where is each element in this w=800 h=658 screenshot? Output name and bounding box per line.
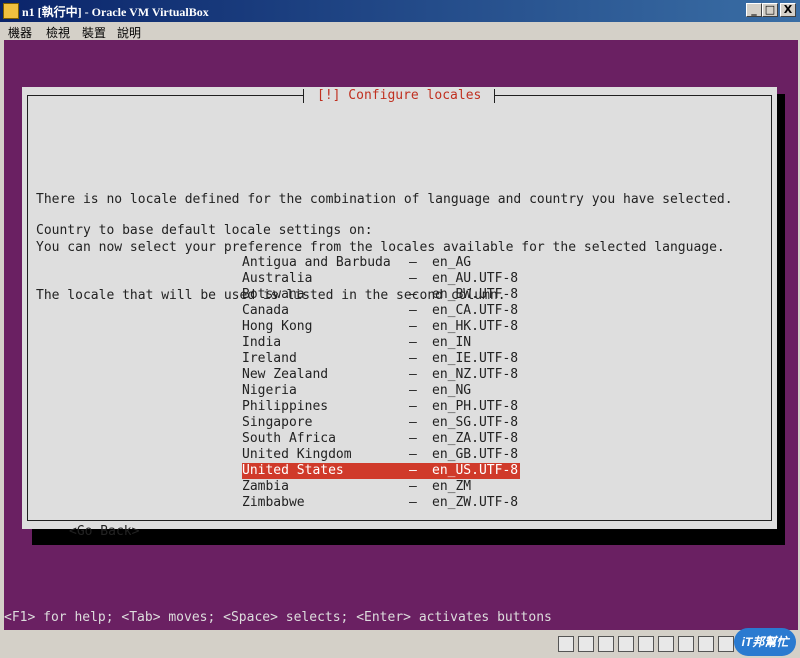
locale-code: en_AU.UTF-8 <box>432 271 519 286</box>
dialog-title: [!] Configure locales <box>303 87 496 105</box>
locale-option-row[interactable]: Zimbabwe – en_ZW.UTF-8 <box>242 495 520 511</box>
hard-disk-icon[interactable] <box>558 636 574 652</box>
country-name: South Africa <box>242 431 336 446</box>
locale-code: en_GB.UTF-8 <box>432 447 519 462</box>
locale-code: en_SG.UTF-8 <box>432 415 519 430</box>
locale-option-row[interactable]: Zambia – en_ZM <box>242 479 520 495</box>
country-name: Zimbabwe <box>242 495 305 510</box>
minimize-button[interactable]: _ <box>746 3 762 17</box>
locale-code: en_NG <box>432 383 472 398</box>
country-name: New Zealand <box>242 367 329 382</box>
locale-option-row[interactable]: United Kingdom – en_GB.UTF-8 <box>242 447 520 463</box>
close-button[interactable]: X <box>780 3 796 17</box>
locale-code: en_HK.UTF-8 <box>432 319 519 334</box>
separator-dash: – <box>409 287 417 302</box>
separator-dash: – <box>409 255 417 270</box>
locale-option-row[interactable]: Nigeria – en_NG <box>242 383 520 399</box>
locale-option-row[interactable]: Botswana – en_BW.UTF-8 <box>242 287 520 303</box>
country-name: Hong Kong <box>242 319 313 334</box>
locale-option-row[interactable]: Canada – en_CA.UTF-8 <box>242 303 520 319</box>
locale-code: en_IE.UTF-8 <box>432 351 519 366</box>
host-key-icon[interactable] <box>718 636 734 652</box>
locale-code: en_ZW.UTF-8 <box>432 495 519 510</box>
country-name: Nigeria <box>242 383 297 398</box>
locale-option-row[interactable]: Australia – en_AU.UTF-8 <box>242 271 520 287</box>
country-name: Botswana <box>242 287 305 302</box>
country-name: Singapore <box>242 415 313 430</box>
separator-dash: – <box>409 399 417 414</box>
menu-bar: 機器 檢視 裝置 說明 <box>0 22 800 40</box>
shared-folder-icon[interactable] <box>638 636 654 652</box>
locale-code: en_IN <box>432 335 472 350</box>
separator-dash: – <box>409 351 417 366</box>
country-name: Canada <box>242 303 289 318</box>
locale-option-row[interactable]: South Africa – en_ZA.UTF-8 <box>242 431 520 447</box>
locale-option-row[interactable]: India – en_IN <box>242 335 520 351</box>
locale-code: en_BW.UTF-8 <box>432 287 519 302</box>
country-name: Philippines <box>242 399 329 414</box>
locale-option-row[interactable]: Hong Kong – en_HK.UTF-8 <box>242 319 520 335</box>
separator-dash: – <box>409 495 417 510</box>
locale-code: en_US.UTF-8 <box>432 463 519 478</box>
description-line: There is no locale defined for the combi… <box>36 192 733 207</box>
menu-devices[interactable]: 裝置 <box>82 24 106 41</box>
description-line: You can now select your preference from … <box>36 240 725 255</box>
separator-dash: – <box>409 415 417 430</box>
separator-dash: – <box>409 319 417 334</box>
locale-option-row[interactable]: Antigua and Barbuda – en_AG <box>242 255 520 271</box>
country-prompt: Country to base default locale settings … <box>36 223 373 238</box>
separator-dash: – <box>409 431 417 446</box>
country-name: Zambia <box>242 479 289 494</box>
separator-dash: – <box>409 447 417 462</box>
country-name: United Kingdom <box>242 447 352 462</box>
menu-view[interactable]: 檢視 <box>46 24 70 41</box>
country-name: Australia <box>242 271 313 286</box>
locale-option-row[interactable]: United States – en_US.UTF-8 <box>242 463 520 479</box>
separator-dash: – <box>409 463 417 478</box>
help-line: <F1> for help; <Tab> moves; <Space> sele… <box>4 610 552 625</box>
locale-code: en_NZ.UTF-8 <box>432 367 519 382</box>
virtualbox-app-icon <box>3 3 19 19</box>
network-icon[interactable] <box>618 636 634 652</box>
separator-dash: – <box>409 303 417 318</box>
locale-code: en_ZA.UTF-8 <box>432 431 519 446</box>
locale-country-list[interactable]: Antigua and Barbuda – en_AG Australia – en_AU… <box>242 255 520 511</box>
separator-dash: – <box>409 271 417 286</box>
locale-option-row[interactable]: Ireland – en_IE.UTF-8 <box>242 351 520 367</box>
separator-dash: – <box>409 479 417 494</box>
video-capture-icon[interactable] <box>678 636 694 652</box>
locale-option-row[interactable]: Philippines – en_PH.UTF-8 <box>242 399 520 415</box>
usb-icon[interactable] <box>598 636 614 652</box>
display-icon[interactable] <box>658 636 674 652</box>
locale-code: en_ZM <box>432 479 472 494</box>
country-name: Ireland <box>242 351 297 366</box>
locale-code: en_AG <box>432 255 472 270</box>
go-back-button[interactable]: <Go Back> <box>69 524 139 540</box>
country-name: India <box>242 335 282 350</box>
maximize-button[interactable]: □ <box>762 3 778 17</box>
mouse-integration-icon[interactable] <box>698 636 714 652</box>
locale-option-row[interactable]: Singapore – en_SG.UTF-8 <box>242 415 520 431</box>
window-title-bar[interactable]: n1 [執行中] - Oracle VM VirtualBox _ □ X <box>0 0 800 22</box>
separator-dash: – <box>409 383 417 398</box>
optical-drive-icon[interactable] <box>578 636 594 652</box>
menu-help[interactable]: 說明 <box>117 24 141 41</box>
window-title: n1 [執行中] - Oracle VM VirtualBox <box>22 5 209 19</box>
country-name: Antigua and Barbuda <box>242 255 391 270</box>
vm-screen[interactable]: [!] Configure locales There is no locale… <box>4 40 798 630</box>
separator-dash: – <box>409 367 417 382</box>
country-name: United States <box>242 463 344 478</box>
configure-locales-dialog: [!] Configure locales There is no locale… <box>22 87 777 539</box>
locale-code: en_CA.UTF-8 <box>432 303 519 318</box>
locale-code: en_PH.UTF-8 <box>432 399 519 414</box>
separator-dash: – <box>409 335 417 350</box>
locale-option-row[interactable]: New Zealand – en_NZ.UTF-8 <box>242 367 520 383</box>
status-bar <box>0 630 800 658</box>
watermark-logo: iT邦幫忙 <box>734 628 796 656</box>
menu-machine[interactable]: 機器 <box>8 24 32 41</box>
